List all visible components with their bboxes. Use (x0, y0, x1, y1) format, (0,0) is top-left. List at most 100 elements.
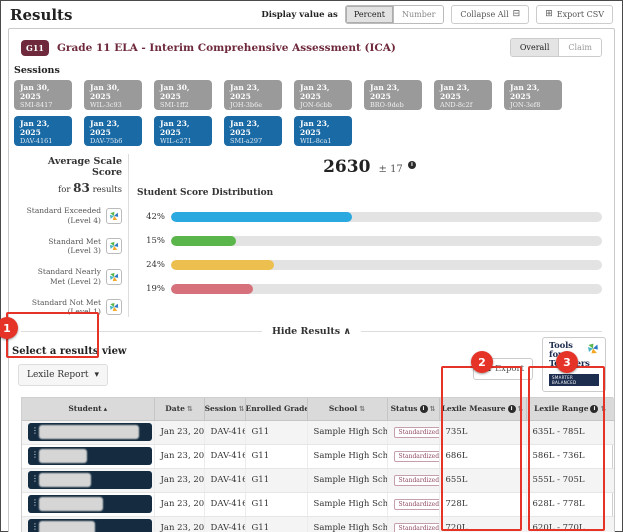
row-menu-icon[interactable]: ⋮ (31, 425, 39, 438)
redacted-student-name: ⋮ (28, 519, 152, 532)
session-button[interactable]: Jan 23, 2025 JOH-3b6e (224, 80, 282, 110)
sort-icon: ⇅ (600, 405, 606, 413)
status-cell: Standardized (387, 492, 439, 516)
column-header-session[interactable]: Session⇅ (204, 398, 245, 420)
name-blur-patch (39, 425, 139, 439)
session-button[interactable]: Jan 23, 2025 AND-8c2f (434, 80, 492, 110)
session-button[interactable]: Jan 23, 2025 JON-6cbb (294, 80, 352, 110)
grade-cell: G11 (245, 492, 307, 516)
session-button[interactable]: Jan 23, 2025 JON-3ef8 (504, 80, 562, 110)
collapse-all-button[interactable]: Collapse All ⊟ (451, 5, 529, 24)
student-cell: ⋮ (22, 444, 154, 468)
row-menu-icon[interactable]: ⋮ (31, 521, 39, 532)
redacted-student-name: ⋮ (28, 447, 152, 465)
percent-button[interactable]: Percent (346, 6, 394, 23)
name-blur-patch (39, 497, 103, 511)
claim-button[interactable]: Claim (559, 39, 601, 56)
lexile-range-cell: 620L - 770L (526, 516, 614, 532)
tools-for-teachers-resource-button[interactable] (106, 208, 122, 224)
session-button[interactable]: Jan 23, 2025 DAV-75b6 (84, 116, 142, 146)
bar-percent-label: 15% (137, 236, 165, 246)
sort-icon: ⇅ (187, 405, 193, 413)
average-scale-score: 2630 (323, 157, 370, 177)
lexile-range-cell: 635L - 785L (526, 420, 614, 444)
lexile-measure-cell: 655L (439, 468, 526, 492)
hide-results-divider: Hide Results ∧ (21, 326, 602, 337)
date-cell: Jan 23, 2025 (154, 468, 204, 492)
column-header-lexile-measure[interactable]: Lexile Measurei⇅ (439, 398, 526, 420)
row-menu-icon[interactable]: ⋮ (31, 473, 39, 486)
info-icon[interactable]: i (508, 405, 516, 413)
session-date: Jan 23, 2025 (440, 83, 492, 101)
pinwheel-icon (109, 211, 119, 221)
display-value-label: Display value as (261, 10, 337, 20)
session-button[interactable]: Jan 23, 2025 WIL-c271 (154, 116, 212, 146)
collapse-icon: ⊟ (513, 10, 521, 19)
results-view-row: Select a results view Lexile Report ▾ ☁ … (21, 337, 602, 397)
level-label: Standard Met (Level 3) (23, 237, 101, 257)
column-header-status[interactable]: Statusi⇅ (387, 398, 439, 420)
grade-cell: G11 (245, 468, 307, 492)
date-cell: Jan 23, 2025 (154, 444, 204, 468)
info-icon[interactable]: i (590, 405, 598, 413)
column-header-student[interactable]: Student▴ (22, 398, 154, 420)
result-count: 83 (73, 181, 90, 195)
lexile-measure-cell: 735L (439, 420, 526, 444)
session-date: Jan 30, 2025 (20, 83, 72, 101)
session-code: DAV-75b6 (90, 137, 142, 145)
sessions-list: Jan 30, 2025 SMI-8417 Jan 30, 2025 WIL-3… (14, 80, 589, 146)
session-cell: DAV-4161 (204, 444, 245, 468)
session-button[interactable]: Jan 30, 2025 WIL-3c93 (84, 80, 142, 110)
session-button[interactable]: Jan 23, 2025 SMI-a297 (224, 116, 282, 146)
session-date: Jan 23, 2025 (20, 119, 72, 137)
session-code: WIL-3c93 (90, 101, 142, 109)
session-button[interactable]: Jan 23, 2025 WIL-8ca1 (294, 116, 352, 146)
tools-for-teachers-resource-button[interactable] (106, 269, 122, 285)
info-icon[interactable]: i (408, 161, 416, 169)
status-cell: Standardized (387, 516, 439, 532)
column-header-date[interactable]: Date⇅ (154, 398, 204, 420)
tools-for-teachers-logo[interactable]: Tools for Teachers SMARTER BALANCED (542, 337, 606, 392)
school-cell: Sample High School (307, 420, 387, 444)
table-row: ⋮ Jan 23, 2025 DAV-4161 G11 Sample High … (22, 420, 614, 444)
session-button[interactable]: Jan 23, 2025 DAV-4161 (14, 116, 72, 146)
session-code: JOH-3b6e (230, 101, 282, 109)
distribution-bar-row: 19% (137, 284, 602, 294)
session-button[interactable]: Jan 23, 2025 BRO-9deb (364, 80, 422, 110)
table-row: ⋮ Jan 23, 2025 DAV-4161 G11 Sample High … (22, 468, 614, 492)
date-cell: Jan 23, 2025 (154, 420, 204, 444)
session-button[interactable]: Jan 30, 2025 SMI-1ff2 (154, 80, 212, 110)
date-cell: Jan 23, 2025 (154, 516, 204, 532)
cloud-download-icon: ☁ (482, 365, 491, 374)
error-margin: ± 17 (379, 164, 403, 175)
bar-fill (171, 284, 253, 294)
column-header-school[interactable]: School⇅ (307, 398, 387, 420)
export-csv-button[interactable]: ⊞ Export CSV (536, 5, 613, 24)
average-score-line: 2630 ± 17 i (137, 157, 602, 177)
name-blur-patch (39, 521, 95, 532)
overall-button[interactable]: Overall (511, 39, 560, 56)
row-menu-icon[interactable]: ⋮ (31, 497, 39, 510)
chevron-down-icon: ▾ (95, 371, 100, 380)
session-code: JON-6cbb (300, 101, 352, 109)
info-icon[interactable]: i (420, 405, 428, 413)
session-code: JON-3ef8 (510, 101, 562, 109)
status-badge: Standardized (394, 427, 440, 438)
bar-fill (171, 260, 274, 270)
row-menu-icon[interactable]: ⋮ (31, 449, 39, 462)
name-blur-patch (39, 473, 91, 487)
column-header-enrolled-grade[interactable]: Enrolled Grade⇅ (245, 398, 307, 420)
school-cell: Sample High School (307, 468, 387, 492)
hide-results-link[interactable]: Hide Results ∧ (272, 326, 351, 337)
tools-for-teachers-resource-button[interactable] (106, 299, 122, 315)
results-view-dropdown[interactable]: Lexile Report ▾ (18, 364, 108, 386)
status-cell: Standardized (387, 468, 439, 492)
export-button[interactable]: ☁ Export (473, 358, 533, 380)
tools-for-teachers-resource-button[interactable] (106, 238, 122, 254)
session-button[interactable]: Jan 30, 2025 SMI-8417 (14, 80, 72, 110)
status-badge: Standardized (394, 451, 440, 462)
top-bar: Results Display value as Percent Number … (1, 1, 622, 27)
number-button[interactable]: Number (394, 6, 443, 23)
column-header-lexile-range[interactable]: Lexile Rangei⇅ (526, 398, 614, 420)
level-list: Standard Exceeded (Level 4) Stand (21, 206, 122, 317)
